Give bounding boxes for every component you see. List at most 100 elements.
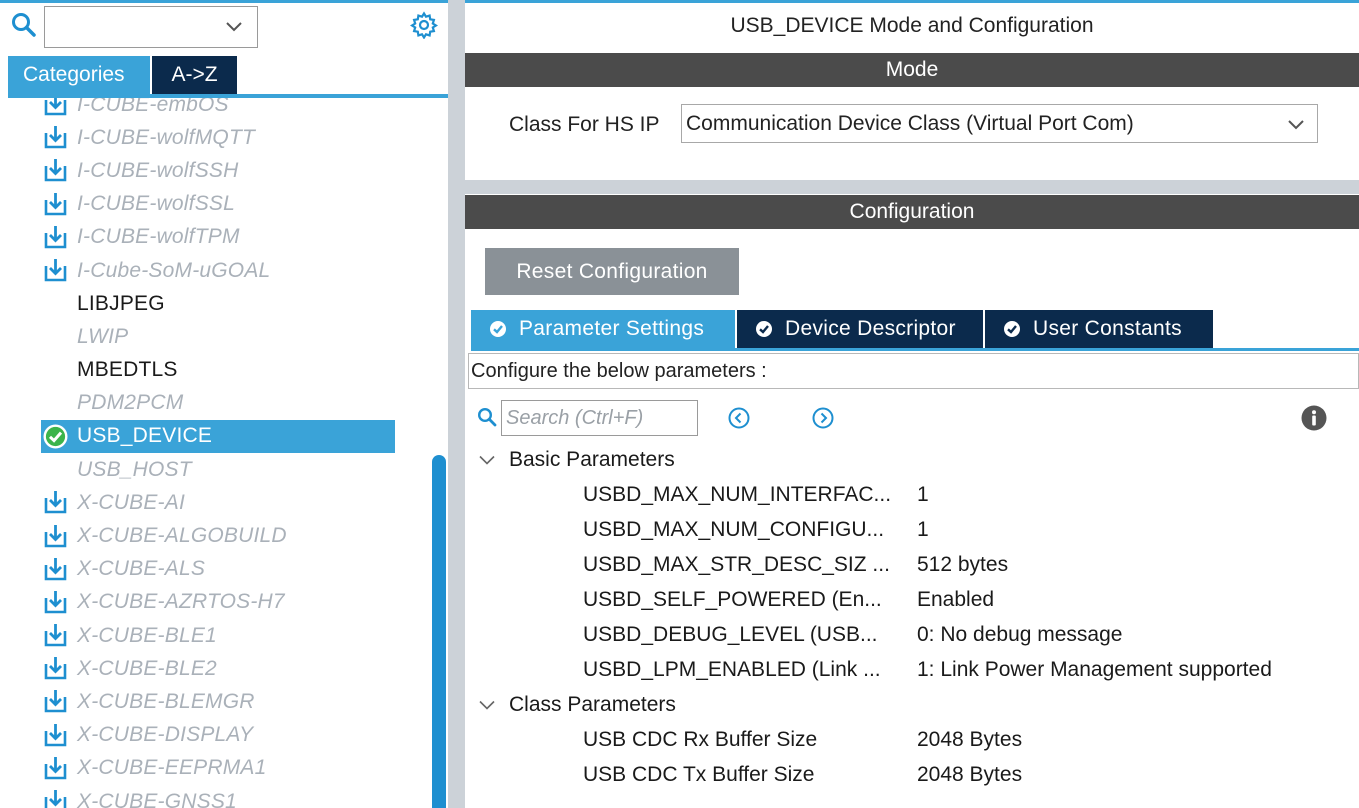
app-window: Categories A->Z I-CUBE-embOS I-CUBE-wolfM…: [0, 0, 1359, 808]
list-item[interactable]: X-CUBE-BLE1: [0, 619, 430, 652]
param-value: 1: Link Power Management supported: [917, 658, 1272, 681]
group-label: Class Parameters: [509, 693, 676, 716]
download-pack-icon: [44, 756, 67, 780]
check-circle-icon: [1004, 321, 1020, 337]
chevron-down-icon[interactable]: [479, 455, 495, 465]
mode-label: Class For HS IP: [509, 113, 660, 136]
list-item-label: I-CUBE-wolfMQTT: [77, 125, 255, 149]
param-value: 0: No debug message: [917, 623, 1123, 646]
param-row[interactable]: USB CDC Tx Buffer Size 2048 Bytes: [583, 763, 1022, 787]
download-pack-icon: [44, 624, 67, 647]
list-item-label: X-CUBE-BLE2: [77, 656, 217, 680]
param-key: USBD_DEBUG_LEVEL (USB...: [583, 623, 878, 646]
parameters-hint: Configure the below parameters :: [468, 353, 1359, 389]
gear-icon[interactable]: [410, 11, 438, 39]
scrollbar-thumb[interactable]: [432, 455, 446, 808]
list-item-label: USB_HOST: [77, 457, 192, 481]
list-item-label: X-CUBE-BLEMGR: [77, 689, 255, 713]
category-tabs: Categories A->Z: [8, 56, 237, 94]
list-item-label: MBEDTLS: [77, 358, 178, 382]
param-value: 2048 Bytes: [917, 763, 1023, 786]
param-value: 1: [917, 518, 929, 541]
tab-a-to-z[interactable]: A->Z: [152, 56, 237, 94]
param-row[interactable]: USBD_MAX_NUM_CONFIGU... 1: [583, 518, 929, 542]
download-pack-icon: [44, 790, 67, 808]
list-item-label: X-CUBE-GNSS1: [77, 789, 237, 808]
list-item-label: X-CUBE-EEPRMA1: [77, 756, 267, 780]
list-item[interactable]: I-Cube-SoM-uGOAL: [0, 254, 430, 287]
list-item[interactable]: I-CUBE-wolfSSL: [0, 188, 430, 221]
list-item[interactable]: X-CUBE-AZRTOS-H7: [0, 586, 430, 619]
list-item[interactable]: X-CUBE-AI: [0, 486, 430, 519]
list-item-selected[interactable]: USB_DEVICE: [41, 419, 395, 454]
tab-label: Parameter Settings: [519, 317, 705, 340]
list-item[interactable]: I-CUBE-wolfSSH: [0, 154, 430, 187]
previous-icon[interactable]: [728, 407, 750, 429]
download-pack-icon: [44, 225, 67, 249]
group-basic-parameters[interactable]: Basic Parameters: [479, 448, 675, 472]
download-pack-icon: [44, 657, 67, 680]
download-pack-icon: [44, 590, 67, 614]
list-item[interactable]: X-CUBE-EEPRMA1: [0, 752, 430, 785]
list-item[interactable]: X-CUBE-BLEMGR: [0, 685, 430, 718]
param-value: 512 bytes: [917, 553, 1009, 576]
reset-configuration-button[interactable]: Reset Configuration: [485, 248, 739, 295]
list-item[interactable]: MBEDTLS: [0, 354, 430, 387]
info-icon[interactable]: [1301, 405, 1327, 431]
list-item-label: I-CUBE-wolfSSL: [77, 192, 236, 216]
tab-parameter-settings[interactable]: Parameter Settings: [471, 310, 735, 348]
list-item[interactable]: I-CUBE-wolfTPM: [0, 221, 430, 254]
list-item-label: USB_DEVICE: [77, 424, 213, 448]
download-pack-icon: [44, 192, 67, 215]
list-item[interactable]: LIBJPEG: [0, 287, 430, 320]
param-value: 2048 Bytes: [917, 728, 1023, 751]
tab-device-descriptor[interactable]: Device Descriptor: [737, 310, 983, 348]
chevron-down-icon[interactable]: [479, 700, 495, 710]
next-icon[interactable]: [812, 407, 834, 429]
list-item[interactable]: X-CUBE-GNSS1: [0, 785, 430, 808]
class-select-value: Communication Device Class (Virtual Port…: [686, 112, 1134, 135]
list-item-label: I-CUBE-wolfSSH: [77, 158, 239, 182]
right-panel: USB_DEVICE Mode and Configuration Mode C…: [465, 0, 1359, 808]
search-icon[interactable]: [11, 12, 37, 38]
list-item[interactable]: PDM2PCM: [0, 387, 430, 420]
list-item[interactable]: I-CUBE-embOS: [0, 98, 430, 121]
tab-categories[interactable]: Categories: [8, 56, 150, 94]
param-row[interactable]: USBD_MAX_NUM_INTERFAC... 1: [583, 483, 929, 507]
list-item[interactable]: LWIP: [0, 320, 430, 353]
search-combo[interactable]: [44, 6, 258, 48]
download-pack-icon: [44, 723, 67, 746]
param-key: USB CDC Rx Buffer Size: [583, 728, 818, 751]
download-pack-icon: [44, 259, 67, 282]
config-tabs: Parameter Settings Device Descriptor Use…: [471, 310, 1215, 348]
list-item[interactable]: X-CUBE-ALS: [0, 553, 430, 586]
group-class-parameters[interactable]: Class Parameters: [479, 693, 676, 717]
param-row[interactable]: USBD_MAX_STR_DESC_SIZ ... 512 bytes: [583, 553, 1008, 577]
splitter[interactable]: [448, 0, 465, 808]
list-item[interactable]: X-CUBE-BLE2: [0, 652, 430, 685]
list-item[interactable]: X-CUBE-DISPLAY: [0, 719, 430, 752]
chevron-down-icon[interactable]: [225, 20, 243, 34]
group-label: Basic Parameters: [509, 448, 675, 471]
list-item[interactable]: USB_HOST: [0, 453, 430, 486]
right-top-accent: [465, 0, 1359, 3]
param-row[interactable]: USBD_LPM_ENABLED (Link ... 1: Link Power …: [583, 658, 1272, 682]
parameter-search-input[interactable]: Search (Ctrl+F): [501, 400, 698, 436]
tab-user-constants[interactable]: User Constants: [985, 310, 1213, 348]
list-item-label: X-CUBE-BLE1: [77, 623, 217, 647]
chevron-down-icon[interactable]: [1287, 118, 1305, 131]
mode-header: Mode: [465, 53, 1359, 87]
param-row[interactable]: USB CDC Rx Buffer Size 2048 Bytes: [583, 728, 1022, 752]
list-item[interactable]: X-CUBE-ALGOBUILD: [0, 519, 430, 552]
tab-label: User Constants: [1033, 317, 1182, 340]
param-key: USBD_MAX_NUM_CONFIGU...: [583, 518, 885, 541]
param-row[interactable]: USBD_SELF_POWERED (En... Enabled: [583, 588, 994, 612]
download-pack-icon: [44, 690, 67, 713]
search-icon[interactable]: [477, 407, 497, 427]
check-circle-icon: [490, 321, 506, 337]
list-item[interactable]: I-CUBE-wolfMQTT: [0, 121, 430, 154]
param-row[interactable]: USBD_DEBUG_LEVEL (USB... 0: No debug mess…: [583, 623, 1122, 647]
param-key: USBD_MAX_NUM_INTERFAC...: [583, 483, 892, 506]
configuration-header: Configuration: [465, 195, 1359, 229]
class-select[interactable]: Communication Device Class (Virtual Port…: [681, 104, 1318, 143]
